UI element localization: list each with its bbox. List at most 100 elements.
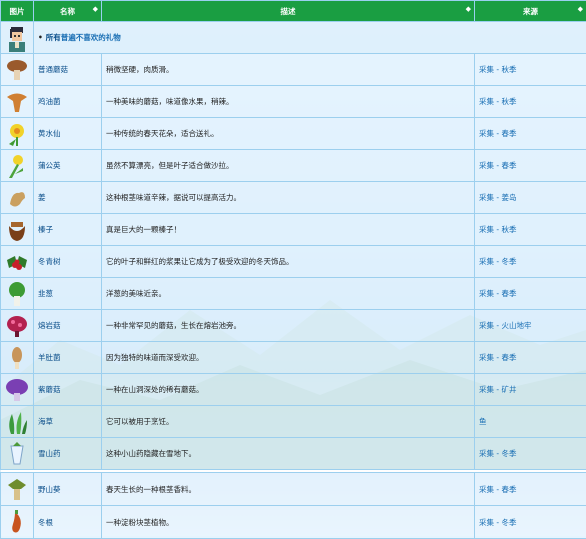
purple-mushroom-icon[interactable] [3, 376, 31, 404]
item-source[interactable]: 采集 - 姜岛 [475, 182, 586, 214]
item-description: 一种传统的春天花朵，适合送礼。 [102, 118, 475, 150]
item-description: 春天生长的一种根茎香料。 [102, 473, 475, 506]
item-source[interactable]: 采集 - 冬季 [475, 246, 586, 278]
magma-cap-icon[interactable] [3, 312, 31, 340]
item-picture [1, 310, 34, 342]
item-source[interactable]: 鱼 [475, 406, 586, 438]
table-row: 鸡油菌一种美味的蘑菇，味道像水果，稍辣。采集 - 秋季 [1, 86, 586, 118]
item-picture [1, 182, 34, 214]
item-description: 虽然不算漂亮，但是叶子适合做沙拉。 [102, 150, 475, 182]
item-name[interactable]: 蒲公英 [34, 150, 102, 182]
item-source[interactable]: 采集 - 矿井 [475, 374, 586, 406]
item-picture [1, 506, 34, 539]
table-row: 紫蘑菇一种在山洞深处的稀有蘑菇。采集 - 矿井 [1, 374, 586, 406]
item-picture [1, 150, 34, 182]
item-picture [1, 473, 34, 506]
item-source[interactable]: 采集 - 秋季 [475, 214, 586, 246]
item-description: 一种美味的蘑菇，味道像水果，稍辣。 [102, 86, 475, 118]
item-source[interactable]: 采集 - 火山地牢 [475, 310, 586, 342]
ginger-icon[interactable] [3, 184, 31, 212]
sort-icon[interactable]: ◆ [578, 5, 583, 13]
item-description: 一种淀粉块茎植物。 [102, 506, 475, 539]
seaweed-icon[interactable] [3, 408, 31, 436]
sort-icon[interactable]: ◆ [466, 5, 471, 13]
table-row: 野山葵春天生长的一种根茎香料。采集 - 春季 [1, 473, 586, 506]
item-picture [1, 54, 34, 86]
item-source[interactable]: 采集 - 春季 [475, 278, 586, 310]
item-name[interactable]: 野山葵 [34, 473, 102, 506]
item-source[interactable]: 采集 - 秋季 [475, 54, 586, 86]
header-name[interactable]: 名称◆ [34, 1, 102, 22]
villager-avatar-icon [3, 24, 31, 52]
item-name[interactable]: 鸡油菌 [34, 86, 102, 118]
holly-icon[interactable] [3, 248, 31, 276]
villager-portrait [1, 22, 34, 54]
common-mushroom-icon[interactable] [3, 56, 31, 84]
item-source[interactable]: 采集 - 春季 [475, 118, 586, 150]
item-name[interactable]: 韭葱 [34, 278, 102, 310]
table-row: 普通蘑菇稍微坚硬，肉质滑。采集 - 秋季 [1, 54, 586, 86]
chanterelle-icon[interactable] [3, 88, 31, 116]
table-row: 羊肚菌因为独特的味道而深受欢迎。采集 - 春季 [1, 342, 586, 374]
item-picture [1, 86, 34, 118]
item-name[interactable]: 姜 [34, 182, 102, 214]
item-description: 这种根茎味道辛辣，据说可以提高活力。 [102, 182, 475, 214]
item-description: 这种小山药隐藏在雪地下。 [102, 438, 475, 470]
item-picture [1, 246, 34, 278]
item-name[interactable]: 海草 [34, 406, 102, 438]
item-picture [1, 342, 34, 374]
table-row: 榛子真是巨大的一颗榛子！采集 - 秋季 [1, 214, 586, 246]
gift-table: 图片 名称◆ 描述◆ 来源◆ •所有普遍不喜欢的礼物 普 [0, 0, 586, 539]
item-picture [1, 406, 34, 438]
item-name[interactable]: 雪山药 [34, 438, 102, 470]
universal-dislikes-note: •所有普遍不喜欢的礼物 [34, 22, 586, 54]
item-description: 洋葱的美味近亲。 [102, 278, 475, 310]
item-picture [1, 438, 34, 470]
item-description: 一种非常罕见的蘑菇，生长在熔岩池旁。 [102, 310, 475, 342]
item-source[interactable]: 采集 - 春季 [475, 150, 586, 182]
winter-root-icon[interactable] [3, 508, 31, 536]
item-source[interactable]: 采集 - 春季 [475, 342, 586, 374]
universal-dislikes-link[interactable]: 普遍不喜欢的礼物 [61, 33, 121, 42]
item-name[interactable]: 冬根 [34, 506, 102, 539]
item-name[interactable]: 熔岩菇 [34, 310, 102, 342]
table-row: 冬根一种淀粉块茎植物。采集 - 冬季 [1, 506, 586, 539]
header-source[interactable]: 来源◆ [475, 1, 586, 22]
table-row: 海草它可以被用于烹饪。鱼 [1, 406, 586, 438]
item-description: 一种在山洞深处的稀有蘑菇。 [102, 374, 475, 406]
item-source[interactable]: 采集 - 秋季 [475, 86, 586, 118]
table-row: 雪山药这种小山药隐藏在雪地下。采集 - 冬季 [1, 438, 586, 470]
item-description: 稍微坚硬，肉质滑。 [102, 54, 475, 86]
dandelion-icon[interactable] [3, 152, 31, 180]
wild-horseradish-icon[interactable] [3, 475, 31, 503]
item-picture [1, 214, 34, 246]
table-row: 熔岩菇一种非常罕见的蘑菇，生长在熔岩池旁。采集 - 火山地牢 [1, 310, 586, 342]
sort-icon[interactable]: ◆ [93, 5, 98, 13]
table-row: 蒲公英虽然不算漂亮，但是叶子适合做沙拉。采集 - 春季 [1, 150, 586, 182]
table-row: 冬青树它的叶子和鲜红的浆果让它成为了极受欢迎的冬天饰品。采集 - 冬季 [1, 246, 586, 278]
table-row: 韭葱洋葱的美味近亲。采集 - 春季 [1, 278, 586, 310]
hazelnut-icon[interactable] [3, 216, 31, 244]
item-picture [1, 118, 34, 150]
leek-icon[interactable] [3, 280, 31, 308]
item-name[interactable]: 黄水仙 [34, 118, 102, 150]
item-name[interactable]: 普通蘑菇 [34, 54, 102, 86]
daffodil-icon[interactable] [3, 120, 31, 148]
item-description: 因为独特的味道而深受欢迎。 [102, 342, 475, 374]
item-description: 它可以被用于烹饪。 [102, 406, 475, 438]
header-picture: 图片 [1, 1, 34, 22]
item-name[interactable]: 榛子 [34, 214, 102, 246]
morel-icon[interactable] [3, 344, 31, 372]
item-name[interactable]: 紫蘑菇 [34, 374, 102, 406]
item-source[interactable]: 采集 - 冬季 [475, 438, 586, 470]
item-description: 真是巨大的一颗榛子！ [102, 214, 475, 246]
item-source[interactable]: 采集 - 春季 [475, 473, 586, 506]
villager-row: •所有普遍不喜欢的礼物 [1, 22, 586, 54]
item-picture [1, 278, 34, 310]
item-source[interactable]: 采集 - 冬季 [475, 506, 586, 539]
item-name[interactable]: 冬青树 [34, 246, 102, 278]
snow-yam-icon[interactable] [3, 440, 31, 468]
table-row: 姜这种根茎味道辛辣，据说可以提高活力。采集 - 姜岛 [1, 182, 586, 214]
header-description[interactable]: 描述◆ [102, 1, 475, 22]
item-name[interactable]: 羊肚菌 [34, 342, 102, 374]
